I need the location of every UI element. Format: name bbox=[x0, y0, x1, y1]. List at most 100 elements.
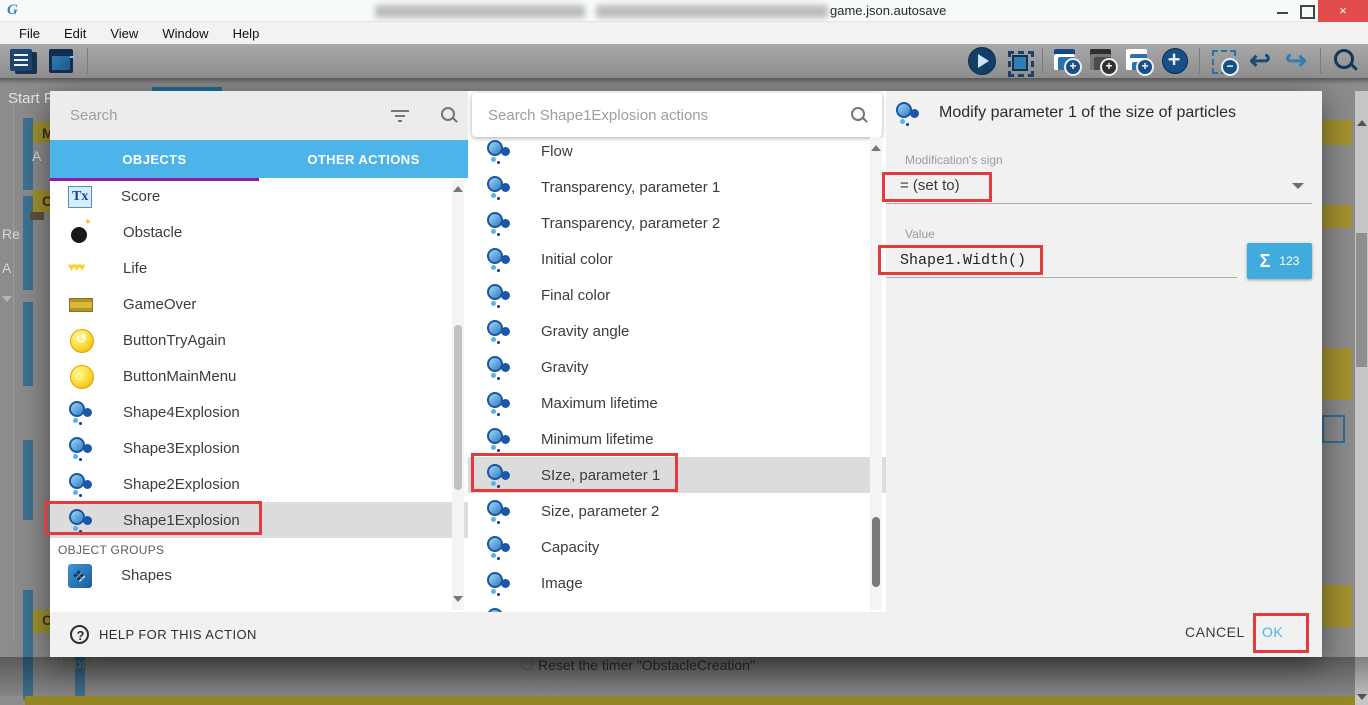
event-text-fragment: A bbox=[2, 260, 11, 276]
scroll-up-icon[interactable] bbox=[453, 186, 463, 192]
menu-item[interactable]: Help bbox=[222, 26, 271, 41]
minimize-button[interactable] bbox=[1272, 0, 1294, 22]
sign-dropdown[interactable]: = (set to) bbox=[900, 177, 960, 194]
event-indent-bar bbox=[23, 196, 33, 290]
action-row[interactable]: Transparency, parameter 2 bbox=[468, 205, 886, 241]
actions-search-input[interactable] bbox=[472, 107, 812, 124]
new-events-icon[interactable] bbox=[1124, 46, 1154, 76]
scroll-up-icon[interactable] bbox=[1357, 120, 1367, 126]
action-row[interactable]: Final color bbox=[468, 277, 886, 313]
new-extension-icon[interactable] bbox=[1088, 46, 1118, 76]
search-icon[interactable] bbox=[850, 106, 868, 124]
event-text-fragment: Re bbox=[2, 226, 20, 242]
event-indent-bar bbox=[23, 440, 33, 520]
object-row[interactable]: Shape4Explosion bbox=[50, 394, 468, 430]
add-condition-link: Add condition bbox=[38, 655, 123, 671]
actions-scrollbar[interactable] bbox=[870, 137, 882, 610]
objects-panel: OBJECTSOTHER ACTIONS Score Obstacle Life bbox=[50, 91, 468, 612]
action-row[interactable]: Gravity angle bbox=[468, 313, 886, 349]
new-scene-icon[interactable] bbox=[1052, 46, 1082, 76]
search-icon[interactable] bbox=[440, 106, 458, 124]
action-row[interactable]: Minimum lifetime bbox=[468, 421, 886, 457]
toolbar-divider bbox=[87, 48, 88, 74]
object-row[interactable]: GameOver bbox=[50, 286, 468, 322]
object-row[interactable]: Shape3Explosion bbox=[50, 430, 468, 466]
chevron-down-icon[interactable] bbox=[1292, 183, 1304, 189]
objects-scrollbar[interactable] bbox=[452, 180, 464, 610]
object-row[interactable]: Obstacle bbox=[50, 214, 468, 250]
redo-icon[interactable]: ↪ bbox=[1281, 46, 1311, 76]
add-icon[interactable] bbox=[1160, 46, 1190, 76]
particle-emitter-icon bbox=[486, 534, 512, 560]
help-link[interactable]: HELP FOR THIS ACTION bbox=[70, 625, 257, 644]
search-icon[interactable] bbox=[1330, 46, 1360, 76]
objects-search-input[interactable] bbox=[50, 107, 350, 124]
action-row[interactable]: Maximum lifetime bbox=[468, 385, 886, 421]
scene-editor-icon[interactable] bbox=[46, 46, 76, 76]
close-button[interactable]: × bbox=[1318, 0, 1368, 22]
ok-button[interactable]: OK bbox=[1262, 624, 1283, 640]
particle-emitter-icon bbox=[486, 138, 512, 164]
event-indent-bar bbox=[23, 302, 33, 386]
tab[interactable]: OTHER ACTIONS bbox=[259, 140, 468, 178]
action-row[interactable]: SIze, parameter 1 bbox=[468, 457, 886, 493]
dialog-footer: HELP FOR THIS ACTION CANCEL OK bbox=[50, 612, 1322, 657]
object-row[interactable]: ButtonTryAgain bbox=[50, 322, 468, 358]
toolbar-divider bbox=[1042, 48, 1043, 74]
debug-icon[interactable] bbox=[1003, 46, 1033, 76]
menu-item[interactable]: Edit bbox=[53, 26, 97, 41]
scroll-up-icon[interactable] bbox=[871, 145, 881, 151]
object-icon bbox=[68, 399, 94, 425]
cancel-button[interactable]: CANCEL bbox=[1185, 624, 1245, 640]
object-row[interactable]: Shape2Explosion bbox=[50, 466, 468, 502]
event-header-bar bbox=[25, 696, 1355, 705]
toolbar-divider bbox=[1199, 48, 1200, 74]
fold-arrow-icon bbox=[2, 296, 12, 302]
action-row[interactable]: Initial color bbox=[468, 241, 886, 277]
scroll-down-icon[interactable] bbox=[453, 596, 463, 602]
add-action-link: Add action bbox=[522, 677, 588, 693]
object-row[interactable]: Shape1Explosion bbox=[50, 502, 468, 538]
action-row[interactable]: Transparency, parameter 1 bbox=[468, 169, 886, 205]
main-scrollbar-thumb[interactable] bbox=[1356, 233, 1367, 367]
object-icon bbox=[68, 327, 94, 353]
object-row[interactable]: ButtonMainMenu bbox=[50, 358, 468, 394]
main-scrollbar[interactable] bbox=[1355, 91, 1368, 705]
filter-icon[interactable] bbox=[390, 109, 410, 123]
remove-selection-icon[interactable] bbox=[1209, 46, 1239, 76]
particle-emitter-icon bbox=[486, 570, 512, 596]
object-group-row[interactable]: Shapes bbox=[50, 557, 468, 593]
text-field-fragment bbox=[1322, 415, 1345, 443]
field-underline bbox=[886, 277, 1237, 278]
tab[interactable]: OBJECTS bbox=[50, 140, 259, 178]
window-title: game.json.autosave bbox=[830, 3, 946, 18]
object-icon bbox=[68, 363, 94, 389]
blurred-title-segment bbox=[596, 5, 828, 18]
menu-item[interactable]: File bbox=[8, 26, 51, 41]
objects-search-row bbox=[50, 91, 468, 140]
action-row[interactable]: Capacity bbox=[468, 529, 886, 565]
object-row[interactable]: Score bbox=[50, 178, 468, 214]
menu-item[interactable]: View bbox=[99, 26, 149, 41]
title-bar: G game.json.autosave × bbox=[0, 0, 1368, 22]
object-groups-list: Shapes bbox=[50, 557, 468, 593]
scrollbar-thumb[interactable] bbox=[872, 517, 880, 587]
particle-emitter-icon bbox=[895, 100, 921, 126]
value-input[interactable]: Shape1.Width() bbox=[900, 252, 1026, 269]
expression-builder-button[interactable]: Σ 123 bbox=[1247, 243, 1312, 279]
maximize-button[interactable] bbox=[1295, 0, 1317, 22]
action-row[interactable]: Image bbox=[468, 565, 886, 601]
object-row[interactable]: Life bbox=[50, 250, 468, 286]
particle-emitter-icon bbox=[486, 174, 512, 200]
menu-item[interactable]: Window bbox=[151, 26, 219, 41]
actions-search-box bbox=[472, 93, 882, 137]
action-row[interactable]: Size, parameter 2 bbox=[468, 493, 886, 529]
action-row[interactable]: Gravity bbox=[468, 349, 886, 385]
undo-icon[interactable]: ↩ bbox=[1245, 46, 1275, 76]
play-icon[interactable] bbox=[967, 46, 997, 76]
scrollbar-thumb[interactable] bbox=[454, 325, 462, 490]
action-row[interactable]: Flow bbox=[468, 133, 886, 169]
app-logo-icon: G bbox=[7, 2, 25, 20]
menu-bar: FileEditViewWindowHelp bbox=[0, 22, 1368, 44]
events-sheet-icon[interactable] bbox=[8, 46, 38, 76]
